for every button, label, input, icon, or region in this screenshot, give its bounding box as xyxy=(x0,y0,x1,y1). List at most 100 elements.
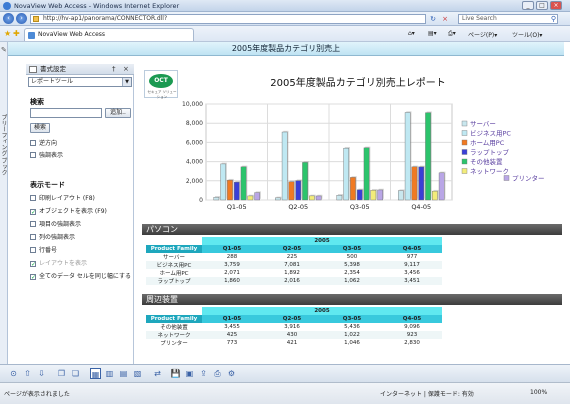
up-icon[interactable]: ⇧ xyxy=(22,368,33,379)
add-button[interactable]: 追加.. xyxy=(105,108,131,118)
display-mode-label: 印刷レイアウト (F8) xyxy=(39,195,95,202)
row-label[interactable]: ビジネス用PC xyxy=(146,261,202,269)
bar xyxy=(240,166,247,201)
pin-icon[interactable]: ✎ xyxy=(1,46,7,54)
maximize-button[interactable]: □ xyxy=(536,1,548,10)
print-report-icon[interactable]: ⎙ xyxy=(212,368,223,379)
row-label[interactable]: ネットワーク xyxy=(146,331,202,339)
checkbox[interactable] xyxy=(30,152,36,158)
settings-icon[interactable]: ⚙ xyxy=(226,368,237,379)
page-menu[interactable]: ページ(P)▾ xyxy=(468,30,497,39)
open-icon[interactable]: ▣ xyxy=(184,368,195,379)
bar xyxy=(275,197,281,201)
search-icon[interactable]: ⚲ xyxy=(551,15,556,23)
display-mode-option[interactable]: 列の強調表示 xyxy=(30,234,75,241)
search-input[interactable]: Live Search ⚲ xyxy=(458,14,558,24)
copy-icon[interactable]: ❐ xyxy=(56,368,67,379)
panel-search-input[interactable] xyxy=(30,108,102,118)
row-label[interactable]: サーバー xyxy=(146,253,202,261)
add-favorite-icon[interactable]: ✚ xyxy=(13,29,20,38)
close-button[interactable]: × xyxy=(550,1,562,10)
quarter-header[interactable]: Q4-05 xyxy=(382,245,442,253)
down-icon[interactable]: ⇩ xyxy=(36,368,47,379)
display-mode-option[interactable]: ✓ 全てのデータ セルを同じ幅にする xyxy=(30,273,131,281)
bar xyxy=(254,192,260,201)
quarter-header[interactable]: Q1-05 xyxy=(202,245,262,253)
paste-icon[interactable]: ❏ xyxy=(70,368,81,379)
tools-menu[interactable]: ツール(O)▾ xyxy=(512,30,542,39)
pivot-icon[interactable]: ⇄ xyxy=(152,368,163,379)
checkbox[interactable] xyxy=(30,234,36,240)
forward-icon[interactable]: › xyxy=(16,13,27,24)
chart-view-icon[interactable]: ▥ xyxy=(104,368,115,379)
data-cell: 923 xyxy=(382,331,442,339)
save-icon[interactable]: 💾 xyxy=(170,368,181,379)
search-button[interactable]: 検索 xyxy=(30,123,50,133)
quarter-header[interactable]: Q4-05 xyxy=(382,315,442,323)
export-icon[interactable]: ⇪ xyxy=(198,368,209,379)
print-icon[interactable]: ⎙▾ xyxy=(448,30,456,38)
data-cell: 2,354 xyxy=(344,270,360,276)
display-mode-option[interactable]: 行番号 xyxy=(30,247,57,254)
quarter-header[interactable]: Q3-05 xyxy=(322,315,382,323)
pin-panel-icon[interactable]: † xyxy=(112,64,116,75)
display-mode-option[interactable]: 印刷レイアウト (F8) xyxy=(30,195,95,202)
checkbox[interactable] xyxy=(30,195,36,201)
checkbox[interactable] xyxy=(30,140,36,146)
stop-icon[interactable]: × xyxy=(440,14,450,24)
reverse-option[interactable]: 逆方向 xyxy=(30,140,57,147)
quarter-header[interactable]: Q2-05 xyxy=(262,315,322,323)
year-row: 2005 xyxy=(146,237,442,245)
checkbox[interactable] xyxy=(30,247,36,253)
data-cell: 430 xyxy=(262,331,322,339)
table-row: サーバー 288 225 500 977 xyxy=(146,253,442,261)
favorites-star-icon[interactable]: ★ xyxy=(4,29,11,38)
quarter-header[interactable]: Q3-05 xyxy=(322,245,382,253)
tool-select[interactable]: レポートツール ▼ xyxy=(28,77,132,87)
url-field[interactable]: http://hv-ap1/panorama/CONNECTOR.dll? xyxy=(30,14,426,24)
table-row: ビジネス用PC 3,759 7,081 5,398 9,117 xyxy=(146,261,442,269)
data-cell: 225 xyxy=(286,254,298,260)
bar xyxy=(233,181,240,201)
tab-label: NovaView Web Access xyxy=(38,31,106,38)
home-icon[interactable]: ⊙ xyxy=(8,368,19,379)
url-text: http://hv-ap1/panorama/CONNECTOR.dll? xyxy=(43,15,168,22)
row-label[interactable]: ラップトップ xyxy=(146,277,202,285)
close-panel-icon[interactable]: × xyxy=(123,64,129,75)
zoom-level[interactable]: 100% xyxy=(530,389,547,396)
display-mode-option[interactable]: 項目の強調表示 xyxy=(30,221,81,228)
checkbox-checked[interactable]: ✓ xyxy=(30,261,36,268)
display-mode-label: 項目の強調表示 xyxy=(39,221,82,228)
minimize-button[interactable]: _ xyxy=(522,1,534,10)
data-cell: 3,456 xyxy=(404,270,420,276)
y-tick-label: 8,000 xyxy=(186,120,203,127)
row-label[interactable]: プリンター xyxy=(146,339,202,347)
checkbox[interactable] xyxy=(30,221,36,227)
refresh-icon[interactable]: ↻ xyxy=(428,14,438,24)
briefing-book-strip[interactable]: ✎ ブリーフィング ブック xyxy=(0,42,8,364)
quarter-header-row: Product Family Q1-05 Q2-05 Q3-05 Q4-05 xyxy=(146,315,442,323)
highlight-option[interactable]: 強調表示 xyxy=(30,152,63,159)
tab-novaview[interactable]: NovaView Web Access xyxy=(24,28,194,41)
legend-label: ネットワーク xyxy=(470,168,509,176)
data-cell: 1,892 xyxy=(284,270,300,276)
layout-view-icon[interactable]: ▤ xyxy=(118,368,129,379)
display-mode-option[interactable]: ✓ レイアウトを表示 xyxy=(30,260,87,268)
quarter-header[interactable]: Q1-05 xyxy=(202,315,262,323)
bar xyxy=(438,172,445,201)
home-icon[interactable]: ⌂▾ xyxy=(408,30,415,37)
table-view-icon[interactable]: ▧ xyxy=(132,368,143,379)
grid-view-icon[interactable]: ▦ xyxy=(90,368,101,379)
display-mode-option[interactable]: ✓ オブジェクトを表示 (F9) xyxy=(30,208,107,216)
row-label[interactable]: その他装置 xyxy=(146,323,202,331)
bar xyxy=(398,190,404,201)
checkbox-checked[interactable]: ✓ xyxy=(30,209,36,216)
y-tick-label: 0 xyxy=(199,197,203,204)
feeds-icon[interactable]: ▤▾ xyxy=(428,30,437,37)
page-icon xyxy=(33,16,39,22)
checkbox-checked[interactable]: ✓ xyxy=(30,274,36,281)
data-cell: 1,046 xyxy=(344,340,360,346)
back-icon[interactable]: ‹ xyxy=(3,13,14,24)
row-label[interactable]: ホーム用PC xyxy=(146,269,202,277)
quarter-header[interactable]: Q2-05 xyxy=(262,245,322,253)
